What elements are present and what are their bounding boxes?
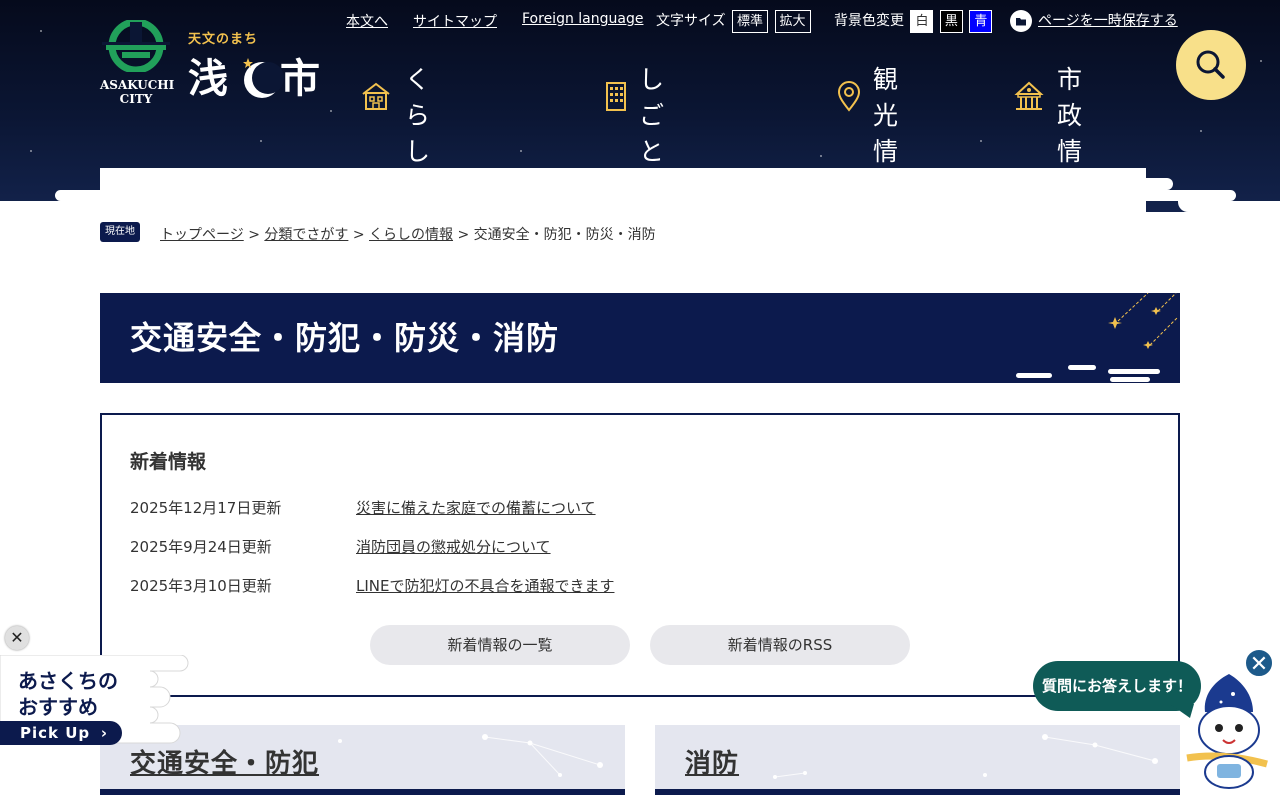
category-underline: [100, 789, 625, 795]
pickup-close-button[interactable]: ✕: [5, 626, 29, 650]
house-icon: [362, 82, 390, 110]
breadcrumb-separator: >: [248, 227, 260, 243]
background-color-control: 背景色変更 白 黒 青: [834, 10, 993, 33]
news-item: 2025年3月10日更新 LINEで防犯灯の不具合を通報できます: [130, 575, 614, 596]
news-section: 新着情報 2025年12月17日更新 災害に備えた家庭での備蓄について 2025年…: [100, 413, 1180, 697]
news-link[interactable]: 消防団員の懲戒処分について: [356, 538, 551, 556]
city-emblem-icon: [102, 20, 170, 72]
search-icon: [1196, 50, 1225, 79]
nav-tourism-label: 観光情報: [873, 65, 902, 202]
news-list-button[interactable]: 新着情報の一覧: [370, 625, 630, 665]
news-item: 2025年12月17日更新 災害に備えた家庭での備蓄について: [130, 497, 596, 518]
category-underline: [655, 789, 1180, 795]
font-large-button[interactable]: 拡大: [774, 10, 811, 33]
news-date: 2025年3月10日更新: [130, 577, 272, 595]
cloud-right-3: [1178, 201, 1280, 212]
bg-white-button[interactable]: 白: [910, 10, 934, 33]
folder-icon: [1010, 10, 1032, 32]
current-location-badge: 現在地: [100, 222, 140, 242]
logo-english-name: ASAKUCHI CITY: [100, 78, 175, 106]
font-size-label: 文字サイズ: [656, 13, 726, 29]
breadcrumb-living[interactable]: くらしの情報: [369, 227, 453, 243]
pickup-button-label: Pick Up: [20, 724, 91, 742]
nav-work-label: しごとの情報: [639, 65, 668, 212]
font-standard-button[interactable]: 標準: [732, 10, 769, 33]
cloud-left-shadow: [100, 178, 162, 190]
pickup-title-line2: おすすめ: [18, 695, 98, 719]
cloud-left-2: [55, 190, 165, 201]
cloud-right-2: [1130, 190, 1236, 201]
bg-color-label: 背景色変更: [834, 13, 904, 29]
city-hall-icon: [1014, 81, 1044, 110]
page-title-band: 交通安全・防犯・防災・消防: [100, 293, 1180, 383]
foreign-language-link[interactable]: Foreign language: [522, 11, 643, 27]
category-title: 消防: [685, 749, 740, 779]
save-page-control[interactable]: ページを一時保存する: [1010, 10, 1178, 32]
nav-government-label: 市政情報: [1057, 65, 1086, 202]
site-logo[interactable]: ASAKUCHI CITY 天文のまち 浅市: [100, 20, 330, 110]
news-date: 2025年9月24日更新: [130, 538, 272, 556]
breadcrumb: トップページ > 分類でさがす > くらしの情報 > 交通安全・防犯・防災・消防: [160, 224, 656, 244]
mascot-character-icon[interactable]: [1183, 672, 1273, 792]
cloud-left-3: [0, 201, 100, 212]
nav-living-label: くらしの情報: [405, 65, 434, 212]
crescent-moon-icon: [243, 58, 284, 98]
breadcrumb-top[interactable]: トップページ: [160, 227, 244, 243]
news-link[interactable]: LINEで防犯灯の不具合を通報できます: [356, 577, 614, 595]
breadcrumb-separator: >: [457, 227, 470, 243]
utility-foreign: Foreign language: [522, 11, 643, 27]
news-link[interactable]: 災害に備えた家庭での備蓄について: [356, 499, 596, 517]
search-button[interactable]: [1176, 30, 1246, 100]
pickup-banner[interactable]: あさくちの おすすめ Pick Up ›: [0, 655, 190, 755]
pickup-title-line1: あさくちの: [18, 669, 118, 693]
utility-links: 本文へ: [346, 11, 388, 31]
skip-to-content-link[interactable]: 本文へ: [346, 14, 388, 30]
cloud-right: [1083, 178, 1173, 190]
save-page-link[interactable]: ページを一時保存する: [1038, 13, 1178, 29]
news-item: 2025年9月24日更新 消防団員の懲戒処分について: [130, 536, 551, 557]
breadcrumb-separator: >: [352, 227, 365, 243]
breadcrumb-current: 交通安全・防犯・防災・消防: [473, 227, 656, 243]
header-ground: [100, 168, 1146, 212]
sitemap-link[interactable]: サイトマップ: [413, 14, 497, 30]
news-heading: 新着情報: [130, 451, 207, 473]
building-icon: [606, 82, 626, 111]
map-pin-icon: [837, 81, 861, 112]
utility-sitemap: サイトマップ: [413, 11, 497, 31]
chevron-right-icon: ›: [100, 724, 108, 742]
news-date: 2025年12月17日更新: [130, 499, 282, 517]
breadcrumb-category[interactable]: 分類でさがす: [264, 227, 348, 243]
category-card-fire[interactable]: 消防: [655, 725, 1180, 795]
logo-tagline: 天文のまち: [188, 32, 259, 47]
pickup-button[interactable]: Pick Up ›: [0, 721, 122, 745]
bg-blue-button[interactable]: 青: [969, 10, 993, 33]
news-rss-button[interactable]: 新着情報のRSS: [650, 625, 910, 665]
bg-black-button[interactable]: 黒: [939, 10, 963, 33]
shooting-stars-decoration: [1016, 293, 1179, 382]
site-header: ASAKUCHI CITY 天文のまち 浅市 本文へ サイトマップ Foreig…: [0, 0, 1280, 212]
font-size-control: 文字サイズ 標準 拡大: [656, 10, 811, 33]
